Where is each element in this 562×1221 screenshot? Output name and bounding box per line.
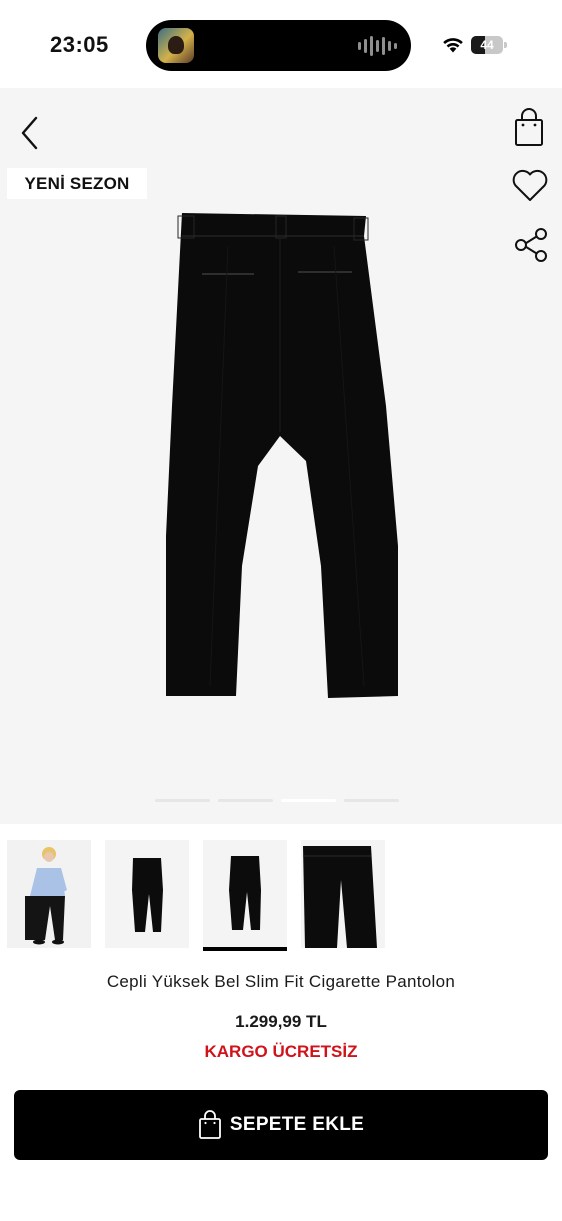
product-price: 1.299,99 TL bbox=[235, 1012, 327, 1031]
product-gallery[interactable]: YENİ SEZON bbox=[0, 88, 562, 824]
model-photo bbox=[7, 840, 91, 948]
dynamic-island[interactable] bbox=[146, 20, 411, 71]
add-to-cart-button[interactable]: SEPETE EKLE bbox=[14, 1090, 548, 1160]
gallery-pagination bbox=[155, 799, 399, 802]
new-season-badge: YENİ SEZON bbox=[7, 168, 147, 199]
heart-icon[interactable] bbox=[510, 166, 550, 204]
pagination-dot[interactable] bbox=[344, 799, 399, 802]
thumbnail-pants-back[interactable] bbox=[203, 840, 287, 948]
audio-waveform-icon bbox=[358, 35, 397, 57]
share-icon[interactable] bbox=[512, 226, 550, 264]
product-detail-screen: 23:05 44 YENİ SEZON Cepli Yüksek Bel Sli… bbox=[0, 0, 562, 1221]
pagination-dot[interactable] bbox=[155, 799, 210, 802]
now-playing-artwork bbox=[158, 28, 194, 63]
free-shipping-label: KARGO ÜCRETSİZ bbox=[204, 1042, 358, 1061]
product-image-pants-back bbox=[166, 213, 398, 698]
thumbnail-strip bbox=[0, 836, 562, 954]
active-thumbnail-indicator bbox=[203, 947, 287, 951]
status-bar: 23:05 44 bbox=[0, 0, 562, 88]
thumbnail-model[interactable] bbox=[7, 840, 91, 948]
pagination-dot[interactable] bbox=[218, 799, 273, 802]
back-button[interactable] bbox=[14, 112, 48, 154]
thumbnail-pants-front[interactable] bbox=[105, 840, 189, 948]
pants-front-photo bbox=[105, 840, 189, 948]
pants-detail-photo bbox=[301, 840, 385, 948]
status-time: 23:05 bbox=[50, 32, 109, 57]
add-to-cart-label: SEPETE EKLE bbox=[229, 1114, 365, 1135]
battery-indicator: 44 bbox=[471, 36, 507, 54]
product-title: Cepli Yüksek Bel Slim Fit Cigarette Pant… bbox=[106, 972, 456, 991]
shopping-bag-icon bbox=[198, 1110, 221, 1139]
pagination-dot[interactable] bbox=[281, 799, 336, 802]
wifi-icon bbox=[443, 38, 463, 53]
thumbnail-pants-detail[interactable] bbox=[301, 840, 385, 948]
battery-level: 44 bbox=[480, 38, 494, 52]
shopping-bag-icon[interactable] bbox=[512, 108, 546, 148]
pants-back-photo bbox=[203, 840, 287, 948]
